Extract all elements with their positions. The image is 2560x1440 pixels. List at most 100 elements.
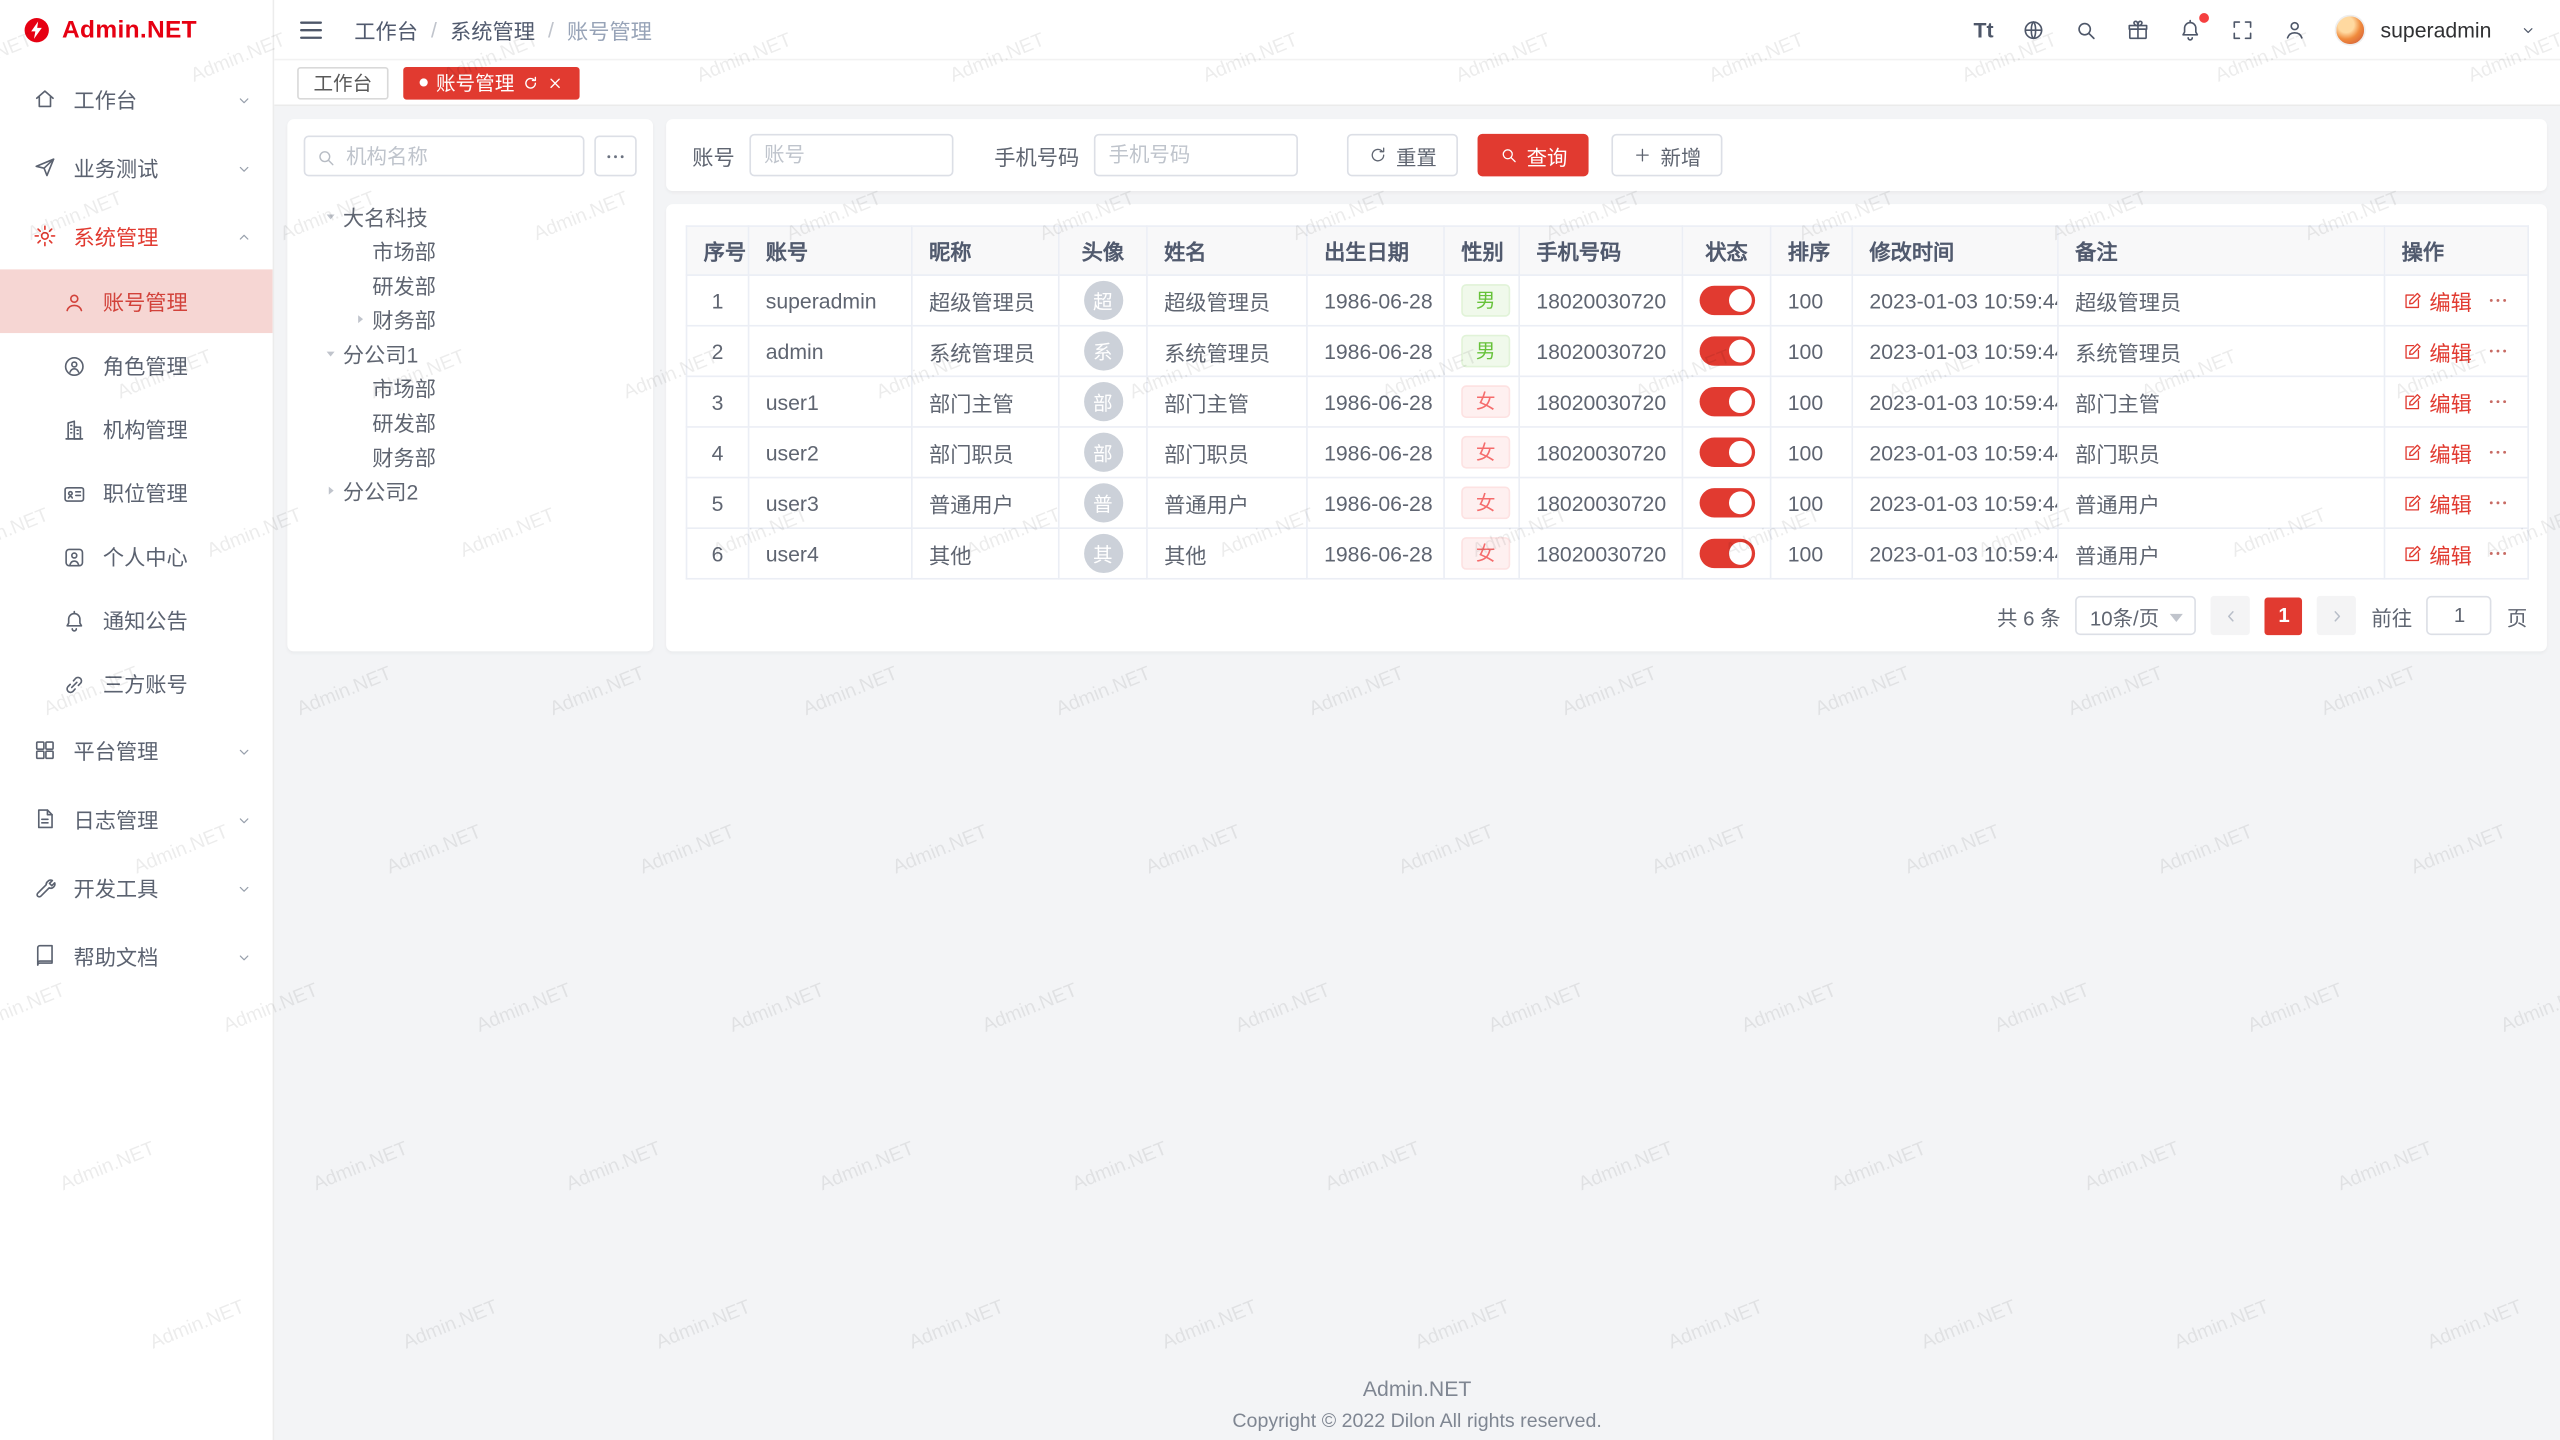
row-more-button[interactable]: [2487, 289, 2510, 312]
tree-node[interactable]: 财务部: [304, 439, 637, 473]
chevron-down-icon[interactable]: [2519, 20, 2537, 38]
sidebar-item-workbench[interactable]: 工作台: [0, 64, 273, 133]
query-button[interactable]: 查询: [1478, 134, 1589, 176]
caret-down-icon[interactable]: [317, 209, 343, 224]
edit-button[interactable]: 编辑: [2402, 285, 2472, 316]
row-avatar: 系: [1083, 331, 1122, 370]
tree-node[interactable]: 财务部: [304, 302, 637, 336]
row-more-button[interactable]: [2487, 542, 2510, 565]
reset-button[interactable]: 重置: [1347, 134, 1458, 176]
tree-node[interactable]: 分公司2: [304, 473, 637, 507]
fullscreen-icon[interactable]: [2230, 17, 2254, 41]
breadcrumb: 工作台 / 系统管理 / 账号管理: [354, 14, 652, 45]
cell-gender: 女: [1444, 427, 1519, 478]
language-icon[interactable]: [2021, 17, 2045, 41]
tree-node[interactable]: 研发部: [304, 405, 637, 439]
chevron-up-icon: [235, 223, 253, 247]
theme-icon[interactable]: [2126, 17, 2150, 41]
org-more-button[interactable]: [594, 136, 636, 177]
hamburger-menu-icon[interactable]: [297, 16, 325, 44]
cell-index: 2: [687, 326, 749, 377]
goto-label: 前往: [2371, 600, 2412, 631]
tree-node[interactable]: 市场部: [304, 371, 637, 405]
logo[interactable]: Admin.NET: [0, 0, 273, 60]
sidebar-item-account-management[interactable]: 账号管理: [0, 269, 273, 333]
page-number-button[interactable]: 1: [2265, 597, 2303, 635]
edit-button[interactable]: 编辑: [2402, 487, 2472, 518]
edit-button[interactable]: 编辑: [2402, 386, 2472, 417]
sidebar-item-personal-center[interactable]: 个人中心: [0, 524, 273, 588]
caret-down-icon[interactable]: [317, 346, 343, 361]
sidebar-item-business-test[interactable]: 业务测试: [0, 132, 273, 201]
tree-node[interactable]: 市场部: [304, 233, 637, 267]
cell-avatar: 部: [1059, 376, 1147, 427]
row-more-button[interactable]: [2487, 441, 2510, 464]
caret-right-icon[interactable]: [346, 312, 372, 327]
edit-button[interactable]: 编辑: [2402, 437, 2472, 468]
caret-right-icon[interactable]: [317, 483, 343, 498]
user-settings-icon[interactable]: [2283, 17, 2307, 41]
row-more-button[interactable]: [2487, 491, 2510, 514]
goto-page-input[interactable]: [2427, 596, 2492, 635]
sidebar-item-dev-tools[interactable]: 开发工具: [0, 852, 273, 921]
link-icon: [62, 670, 86, 696]
gender-badge: 女: [1461, 385, 1510, 418]
search-icon[interactable]: [2074, 17, 2098, 41]
sidebar-item-help-docs[interactable]: 帮助文档: [0, 921, 273, 990]
status-toggle[interactable]: [1700, 539, 1756, 568]
breadcrumb-separator: /: [431, 17, 437, 41]
tree-node[interactable]: 大名科技: [304, 199, 637, 233]
page-size-select[interactable]: 10条/页: [2075, 596, 2196, 635]
cell-status: [1682, 376, 1770, 427]
sidebar-item-third-party-account[interactable]: 三方账号: [0, 651, 273, 715]
cell-phone: 18020030720: [1519, 478, 1682, 529]
row-avatar: 部: [1083, 433, 1122, 472]
prev-page-button[interactable]: [2211, 596, 2250, 635]
close-icon[interactable]: [547, 71, 563, 94]
status-toggle[interactable]: [1700, 336, 1756, 365]
sidebar-item-notice-announcement[interactable]: 通知公告: [0, 588, 273, 652]
breadcrumb-item-system[interactable]: 系统管理: [450, 14, 535, 45]
sidebar-item-org-management[interactable]: 机构管理: [0, 397, 273, 461]
cell-nickname: 其他: [912, 528, 1059, 579]
user-avatar[interactable]: [2335, 14, 2366, 45]
sidebar-item-log-management[interactable]: 日志管理: [0, 784, 273, 853]
status-toggle[interactable]: [1700, 488, 1756, 517]
table-row: 5 user3 普通用户 普 普通用户 1986-06-28 女 1802003…: [687, 478, 2529, 529]
add-button[interactable]: 新增: [1612, 134, 1723, 176]
username[interactable]: superadmin: [2381, 17, 2492, 41]
phone-input[interactable]: [1094, 134, 1298, 176]
header-actions: Tt superadmin: [1974, 14, 2538, 45]
edit-button[interactable]: 编辑: [2402, 538, 2472, 569]
tab-account-management[interactable]: 账号管理: [403, 66, 579, 99]
font-size-icon[interactable]: Tt: [1974, 17, 1994, 41]
notification-bell-icon[interactable]: [2178, 17, 2202, 41]
status-toggle[interactable]: [1700, 438, 1756, 467]
table-row: 2 admin 系统管理员 系 系统管理员 1986-06-28 男 18020…: [687, 326, 2529, 377]
row-more-button[interactable]: [2487, 390, 2510, 413]
account-input[interactable]: [749, 134, 953, 176]
tree-node[interactable]: 研发部: [304, 268, 637, 302]
breadcrumb-item-workbench[interactable]: 工作台: [354, 14, 418, 45]
row-more-button[interactable]: [2487, 340, 2510, 363]
next-page-button[interactable]: [2317, 596, 2356, 635]
table-row: 4 user2 部门职员 部 部门职员 1986-06-28 女 1802003…: [687, 427, 2529, 478]
org-search-input[interactable]: [304, 136, 585, 177]
pagination-total: 共 6 条: [1997, 600, 2061, 631]
tree-node[interactable]: 分公司1: [304, 336, 637, 370]
sidebar-item-role-management[interactable]: 角色管理: [0, 333, 273, 397]
status-toggle[interactable]: [1700, 286, 1756, 315]
column-header-actions: 操作: [2384, 226, 2528, 275]
sidebar-item-platform-management[interactable]: 平台管理: [0, 715, 273, 784]
status-toggle[interactable]: [1700, 387, 1756, 416]
refresh-icon[interactable]: [522, 71, 538, 94]
column-header-birth-date: 出生日期: [1307, 226, 1444, 275]
tab-workbench[interactable]: 工作台: [297, 66, 388, 99]
cell-name: 普通用户: [1147, 478, 1307, 529]
edit-button[interactable]: 编辑: [2402, 336, 2472, 367]
cell-nickname: 系统管理员: [912, 326, 1059, 377]
sidebar-item-system-management[interactable]: 系统管理: [0, 201, 273, 270]
grid-icon: [33, 736, 57, 762]
log-icon: [33, 805, 57, 831]
sidebar-item-position-management[interactable]: 职位管理: [0, 460, 273, 524]
